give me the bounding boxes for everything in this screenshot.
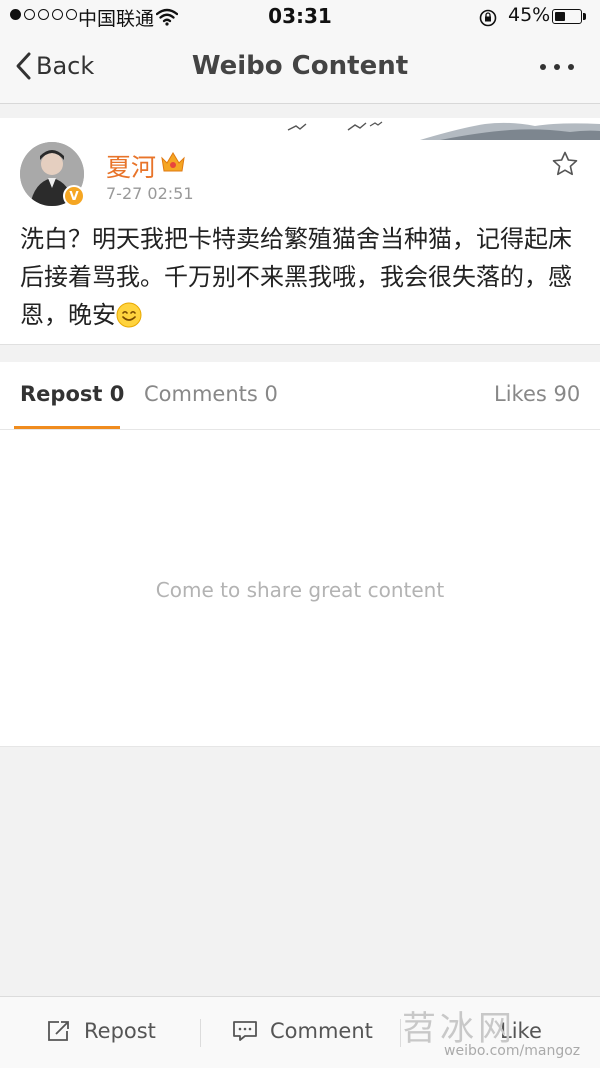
repost-button[interactable]: Repost	[46, 1019, 156, 1043]
battery-level	[554, 11, 566, 21]
interaction-tabs: Repost 0 Comments 0 Likes 90	[0, 362, 600, 430]
repost-list-empty: Come to share great content	[0, 430, 600, 747]
verified-badge-icon: V	[63, 185, 85, 207]
more-dots-icon[interactable]	[540, 64, 574, 70]
battery-tip	[583, 13, 586, 20]
page-title: Weibo Content	[191, 51, 409, 81]
divider	[400, 1019, 401, 1047]
star-favorite-icon[interactable]	[551, 150, 579, 178]
empty-state-message: Come to share great content	[155, 578, 445, 602]
repost-label: Repost	[84, 1019, 156, 1043]
more-dot	[540, 64, 546, 70]
comment-icon	[233, 1021, 257, 1041]
status-bar: 中国联通 03:31 45%	[0, 0, 600, 36]
watermark-url: weibo.com/mangoz	[444, 1043, 581, 1059]
tab-comments[interactable]: Comments 0	[144, 382, 278, 406]
comment-label: Comment	[270, 1019, 373, 1043]
smile-emoji-icon	[116, 302, 142, 328]
repost-icon	[48, 1021, 69, 1041]
weibo-post-card: V 夏河 7-27 02:51 洗白？明天我把卡特卖给繁殖猫舍当种猫，记得起床后…	[0, 118, 600, 345]
vip-crown-icon	[161, 152, 185, 172]
more-dot	[568, 64, 574, 70]
post-timestamp: 7-27 02:51	[106, 184, 194, 203]
post-body: 洗白？明天我把卡特卖给繁殖猫舍当种猫，记得起床后接着骂我。千万别不来黑我哦，我会…	[20, 220, 580, 334]
tab-repost[interactable]: Repost 0	[20, 382, 124, 406]
battery-icon	[552, 9, 582, 24]
comment-button[interactable]: Comment	[232, 1019, 373, 1043]
username[interactable]: 夏河	[106, 148, 156, 184]
post-text: 洗白？明天我把卡特卖给繁殖猫舍当种猫，记得起床后接着骂我。千万别不来黑我哦，我会…	[20, 225, 572, 329]
more-dot	[554, 64, 560, 70]
divider	[200, 1019, 201, 1047]
battery-percent: 45%	[508, 4, 551, 26]
rotation-lock-icon	[479, 9, 497, 27]
navigation-bar: Back Weibo Content	[0, 36, 600, 104]
tab-likes[interactable]: Likes 90	[494, 382, 580, 406]
active-tab-indicator	[14, 426, 120, 429]
bottom-action-bar: Repost Comment Like 苕冰网 weibo.com/mangoz	[0, 996, 600, 1068]
